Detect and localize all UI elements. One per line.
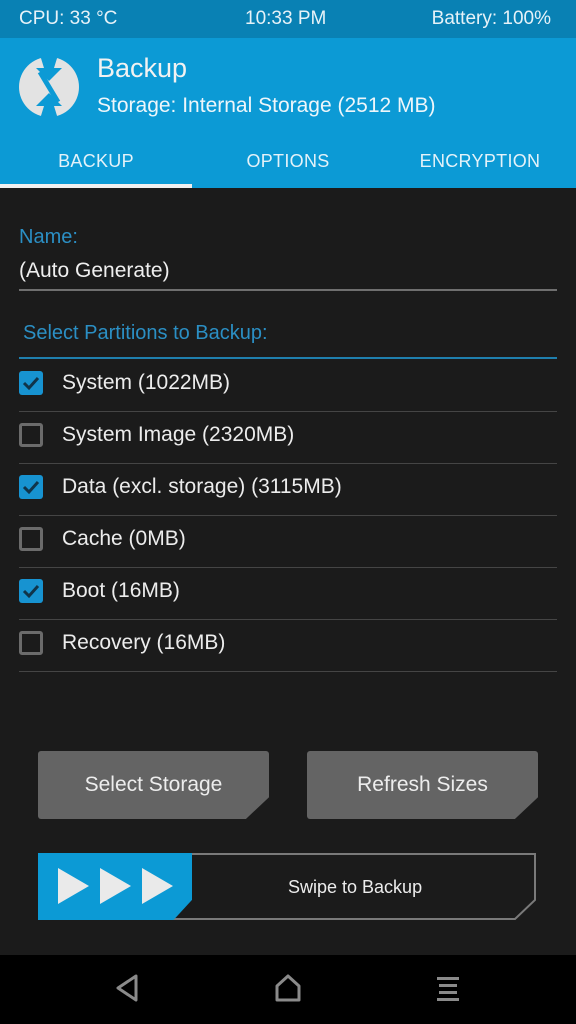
storage-info: Storage: Internal Storage (2512 MB) [97, 94, 436, 117]
swipe-handle[interactable] [38, 853, 192, 920]
back-icon[interactable] [114, 973, 142, 1003]
header: Backup Storage: Internal Storage (2512 M… [0, 38, 576, 188]
home-icon[interactable] [274, 973, 302, 1003]
tab-options[interactable]: OPTIONS [192, 151, 384, 187]
select-storage-button[interactable]: Select Storage [38, 751, 269, 819]
partition-row[interactable]: Recovery (16MB) [19, 619, 557, 672]
arrow-icon [58, 868, 89, 904]
menu-icon[interactable] [434, 973, 462, 1003]
checkbox-unchecked[interactable] [19, 423, 43, 447]
name-label: Name: [19, 226, 78, 248]
partition-row[interactable]: System Image (2320MB) [19, 411, 557, 464]
arrow-icon [100, 868, 131, 904]
status-bar: CPU: 33 °C 10:33 PM Battery: 100% [0, 0, 576, 38]
clock: 10:33 PM [245, 8, 327, 29]
checkbox-checked[interactable] [19, 371, 43, 395]
partition-row[interactable]: System (1022MB) [19, 359, 557, 412]
swipe-to-backup-slider[interactable]: Swipe to Backup [38, 853, 537, 920]
arrow-icon [142, 868, 173, 904]
checkbox-unchecked[interactable] [19, 631, 43, 655]
partition-label: System Image (2320MB) [62, 423, 295, 446]
partitions-label: Select Partitions to Backup: [23, 322, 268, 344]
swipe-label: Swipe to Backup [288, 877, 423, 897]
name-underline [19, 289, 557, 291]
battery-level: Battery: 100% [431, 8, 551, 29]
cpu-temperature: CPU: 33 °C [19, 8, 118, 29]
partition-label: Recovery (16MB) [62, 631, 226, 654]
partition-row[interactable]: Data (excl. storage) (3115MB) [19, 463, 557, 516]
partition-label: System (1022MB) [62, 371, 231, 394]
partition-row[interactable]: Cache (0MB) [19, 515, 557, 568]
checkbox-unchecked[interactable] [19, 527, 43, 551]
twrp-logo-icon [19, 56, 79, 118]
checkmark-icon [22, 584, 40, 599]
backup-name-input[interactable]: (Auto Generate) [19, 259, 170, 283]
tab-backup[interactable]: BACKUP [0, 151, 192, 188]
checkmark-icon [22, 480, 40, 495]
tab-encryption[interactable]: ENCRYPTION [384, 151, 576, 187]
partition-label: Cache (0MB) [62, 527, 186, 550]
partition-row[interactable]: Boot (16MB) [19, 567, 557, 620]
partition-label: Data (excl. storage) (3115MB) [62, 475, 342, 498]
page-title: Backup [97, 53, 188, 83]
checkbox-checked[interactable] [19, 475, 43, 499]
navigation-bar [0, 955, 576, 1024]
partition-label: Boot (16MB) [62, 579, 180, 602]
refresh-sizes-button[interactable]: Refresh Sizes [307, 751, 538, 819]
checkmark-icon [22, 376, 40, 391]
checkbox-checked[interactable] [19, 579, 43, 603]
